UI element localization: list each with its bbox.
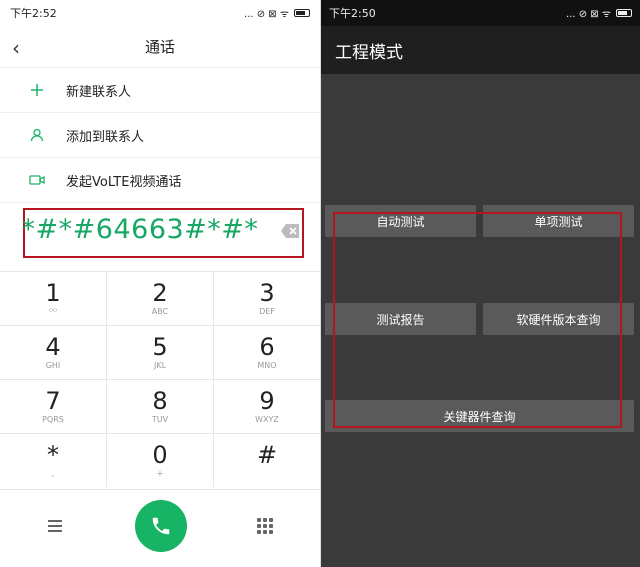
keypad: 1 ᴼᴼ 2 ABC 3 DEF 4 GHI 5 JKL 6 MNO 7 PQRS 8 TUV … bbox=[0, 271, 320, 487]
key-8[interactable]: 8 TUV bbox=[107, 380, 214, 433]
key-letters: ᴼᴼ bbox=[49, 306, 57, 316]
dial-input-area: *#*#64663#*#* bbox=[0, 203, 320, 269]
key-digit: 2 bbox=[152, 279, 168, 308]
key-digit: 8 bbox=[152, 387, 168, 416]
key-component-query-button[interactable]: 关键器件查询 bbox=[325, 400, 634, 432]
keypad-row: 1 ᴼᴼ 2 ABC 3 DEF bbox=[0, 271, 320, 325]
key-letters: , bbox=[51, 468, 55, 478]
menu-item-add-to-contact[interactable]: 添加到联系人 bbox=[0, 113, 320, 158]
status-indicators: ... ⊘ ⊠ ᯤ bbox=[566, 9, 611, 20]
key-digit: # bbox=[256, 441, 278, 470]
status-icons: ... ⊘ ⊠ ᯤ bbox=[566, 6, 632, 20]
key-letters: TUV bbox=[151, 414, 169, 424]
keypad-row: 7 PQRS 8 TUV 9 WXYZ bbox=[0, 379, 320, 433]
status-time: 下午2:50 bbox=[329, 7, 376, 20]
page-title: 工程模式 bbox=[335, 42, 403, 63]
backspace-icon[interactable] bbox=[280, 223, 300, 239]
key-9[interactable]: 9 WXYZ bbox=[214, 380, 320, 433]
menu-item-label: 添加到联系人 bbox=[66, 129, 145, 145]
key-digit: 6 bbox=[259, 333, 275, 362]
key-digit: 1 bbox=[45, 279, 61, 308]
menu-item-label: 发起VoLTE视频通话 bbox=[66, 174, 182, 190]
call-button[interactable] bbox=[135, 500, 187, 552]
key-digit: 0 bbox=[152, 441, 168, 470]
dialpad-toggle-icon[interactable] bbox=[257, 518, 273, 534]
battery-icon bbox=[294, 9, 310, 17]
status-indicators: ... ⊘ ⊠ ᯤ bbox=[244, 9, 289, 20]
menu-item-volte-video-call[interactable]: 发起VoLTE视频通话 bbox=[0, 158, 320, 203]
key-4[interactable]: 4 GHI bbox=[0, 326, 107, 379]
key-6[interactable]: 6 MNO bbox=[214, 326, 320, 379]
video-icon bbox=[26, 169, 48, 191]
key-letters: ABC bbox=[151, 306, 169, 316]
menu-icon[interactable] bbox=[48, 520, 62, 532]
keypad-row: *, 0 + # bbox=[0, 433, 320, 487]
key-letters: WXYZ bbox=[255, 414, 279, 424]
menu-item-label: 新建联系人 bbox=[66, 84, 132, 100]
key-letters: DEF bbox=[259, 306, 275, 316]
key-digit: 4 bbox=[45, 333, 61, 362]
plus-icon bbox=[26, 79, 48, 101]
key-digit: 7 bbox=[45, 387, 61, 416]
key-digit: * bbox=[47, 441, 59, 470]
auto-test-button[interactable]: 自动测试 bbox=[325, 205, 476, 237]
page-title: 通话 bbox=[144, 38, 175, 56]
key-5[interactable]: 5 JKL bbox=[107, 326, 214, 379]
engineering-mode-screen: 下午2:50 ... ⊘ ⊠ ᯤ 工程模式 自动测试 单项测试 测试报告 软硬件… bbox=[321, 0, 640, 567]
key-digit: 9 bbox=[259, 387, 275, 416]
status-time: 下午2:52 bbox=[10, 7, 57, 20]
dialer-screen: 下午2:52 ... ⊘ ⊠ ᯤ ‹ 通话 新建联系人 添加到联系人 发起VoL… bbox=[0, 0, 320, 567]
status-icons: ... ⊘ ⊠ ᯤ bbox=[244, 6, 310, 20]
key-letters: MNO bbox=[257, 360, 277, 370]
test-report-button[interactable]: 测试报告 bbox=[325, 303, 476, 335]
title-bar: 工程模式 bbox=[321, 26, 640, 74]
menu-item-new-contact[interactable]: 新建联系人 bbox=[0, 68, 320, 113]
single-test-button[interactable]: 单项测试 bbox=[483, 205, 634, 237]
key-0[interactable]: 0 + bbox=[107, 434, 214, 487]
status-bar: 下午2:50 ... ⊘ ⊠ ᯤ bbox=[321, 0, 640, 26]
key-2[interactable]: 2 ABC bbox=[107, 272, 214, 325]
key-digit: 3 bbox=[259, 279, 275, 308]
bottom-action-bar bbox=[0, 489, 320, 567]
back-arrow-icon[interactable]: ‹ bbox=[12, 36, 20, 60]
title-bar: ‹ 通话 bbox=[0, 26, 320, 68]
key-letters: GHI bbox=[45, 360, 61, 370]
key-star[interactable]: *, bbox=[0, 434, 107, 487]
person-icon bbox=[26, 124, 48, 146]
status-bar: 下午2:52 ... ⊘ ⊠ ᯤ bbox=[0, 0, 320, 26]
version-query-button[interactable]: 软硬件版本查询 bbox=[483, 303, 634, 335]
key-7[interactable]: 7 PQRS bbox=[0, 380, 107, 433]
key-letters: JKL bbox=[153, 360, 167, 370]
phone-icon bbox=[152, 517, 170, 535]
key-letters: PQRS bbox=[42, 414, 64, 424]
dial-input[interactable]: *#*#64663#*#* bbox=[0, 214, 280, 245]
key-digit: 5 bbox=[152, 333, 168, 362]
key-1[interactable]: 1 ᴼᴼ bbox=[0, 272, 107, 325]
key-3[interactable]: 3 DEF bbox=[214, 272, 320, 325]
key-letters: + bbox=[156, 468, 164, 478]
key-hash[interactable]: # bbox=[214, 434, 320, 487]
keypad-row: 4 GHI 5 JKL 6 MNO bbox=[0, 325, 320, 379]
battery-icon bbox=[616, 9, 632, 17]
